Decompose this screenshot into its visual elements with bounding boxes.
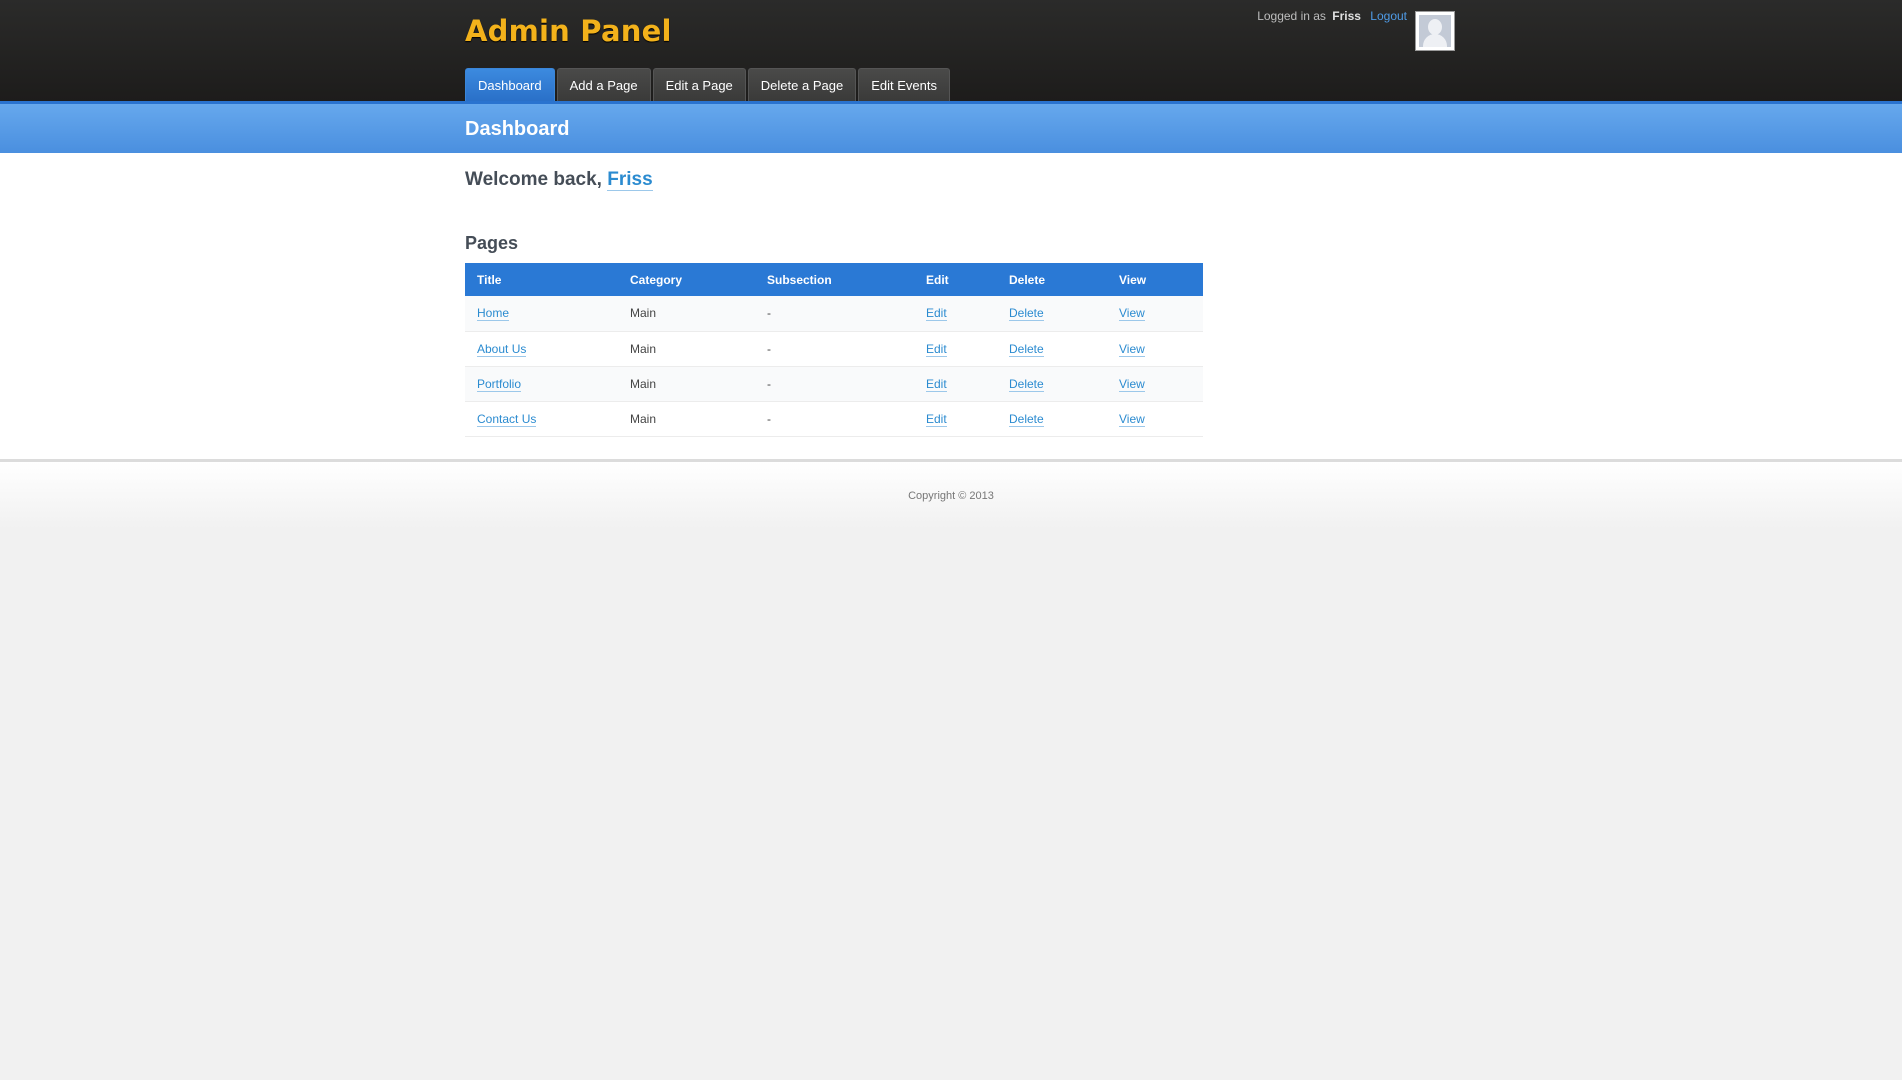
page-category: Main [618, 401, 755, 437]
column-header-category: Category [618, 263, 755, 296]
tab-edit-events[interactable]: Edit Events [858, 68, 950, 101]
tab-add-page[interactable]: Add a Page [556, 68, 651, 101]
avatar[interactable] [1415, 11, 1455, 51]
table-row: About Us Main - Edit Delete View [465, 331, 1203, 367]
logged-in-label: Logged in as [1257, 9, 1326, 23]
edit-link[interactable]: Edit [926, 411, 947, 427]
page-subsection: - [755, 296, 914, 332]
view-link[interactable]: View [1119, 376, 1145, 392]
tab-delete-page[interactable]: Delete a Page [747, 68, 857, 101]
table-row: Home Main - Edit Delete View [465, 296, 1203, 332]
welcome-username-link[interactable]: Friss [607, 169, 653, 191]
page-title-link[interactable]: Contact Us [477, 411, 537, 427]
view-link[interactable]: View [1119, 306, 1145, 322]
page-title-link[interactable]: Portfolio [477, 376, 522, 392]
user-silhouette-icon [1419, 15, 1451, 47]
tab-dashboard[interactable]: Dashboard [465, 68, 555, 101]
column-header-delete: Delete [997, 263, 1107, 296]
column-header-view: View [1107, 263, 1203, 296]
delete-link[interactable]: Delete [1009, 411, 1044, 427]
user-info: Logged in as Friss Logout [1257, 9, 1407, 23]
delete-link[interactable]: Delete [1009, 376, 1044, 392]
page-category: Main [618, 296, 755, 332]
edit-link[interactable]: Edit [926, 306, 947, 322]
view-link[interactable]: View [1119, 411, 1145, 427]
pages-table: Title Category Subsection Edit Delete Vi… [465, 263, 1203, 437]
delete-link[interactable]: Delete [1009, 341, 1044, 357]
footer: Copyright © 2013 [0, 459, 1902, 529]
copyright-text: Copyright © 2013 [908, 490, 994, 502]
edit-link[interactable]: Edit [926, 376, 947, 392]
page-title: Dashboard [465, 118, 570, 140]
edit-link[interactable]: Edit [926, 341, 947, 357]
page-title-link[interactable]: Home [477, 306, 510, 322]
page-title-link[interactable]: About Us [477, 341, 527, 357]
section-bar: Dashboard [0, 101, 1902, 153]
view-link[interactable]: View [1119, 341, 1145, 357]
logged-in-username: Friss [1332, 9, 1361, 23]
column-header-subsection: Subsection [755, 263, 914, 296]
app-title: Admin Panel [465, 14, 672, 48]
page-subsection: - [755, 366, 914, 402]
column-header-edit: Edit [914, 263, 997, 296]
welcome-message: Welcome back, Friss [465, 169, 653, 191]
page-category: Main [618, 331, 755, 367]
column-header-title: Title [465, 263, 618, 296]
page-subsection: - [755, 401, 914, 437]
logout-link[interactable]: Logout [1370, 9, 1407, 23]
page-subsection: - [755, 331, 914, 367]
page-category: Main [618, 366, 755, 402]
pages-heading: Pages [465, 233, 519, 253]
table-row: Contact Us Main - Edit Delete View [465, 401, 1203, 437]
main-nav-tabs: Dashboard Add a Page Edit a Page Delete … [465, 68, 950, 101]
table-header-row: Title Category Subsection Edit Delete Vi… [465, 263, 1203, 296]
header: Admin Panel Logged in as Friss Logout Da… [0, 0, 1902, 101]
delete-link[interactable]: Delete [1009, 306, 1044, 322]
tab-edit-page[interactable]: Edit a Page [652, 68, 746, 101]
main-content: Welcome back, Friss Pages Title Category… [0, 153, 1902, 459]
welcome-prefix: Welcome back, [465, 169, 602, 190]
table-row: Portfolio Main - Edit Delete View [465, 366, 1203, 402]
